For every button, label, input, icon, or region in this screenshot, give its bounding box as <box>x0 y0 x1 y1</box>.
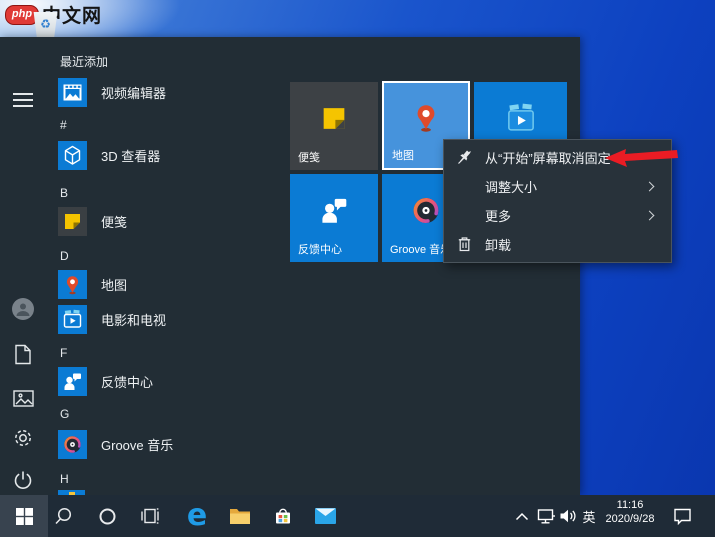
cortana-icon <box>98 507 117 526</box>
mail-button[interactable] <box>305 495 345 537</box>
task-view-icon <box>140 507 160 525</box>
app-list-section-B[interactable]: B <box>60 185 68 201</box>
menu-item-label: 调整大小 <box>485 177 646 196</box>
windows-logo-icon <box>16 508 33 525</box>
app-list-item-label: Groove 音乐 <box>101 435 173 454</box>
app-list-item-movies-tv[interactable]: 电影和电视 <box>58 304 166 334</box>
action-center-button[interactable] <box>668 495 696 537</box>
3d-viewer-icon <box>58 141 87 170</box>
feedback-hub-icon <box>313 189 355 236</box>
app-list-item-groove-music[interactable]: Groove 音乐 <box>58 429 173 459</box>
cortana-button[interactable] <box>87 495 127 537</box>
start-button[interactable] <box>0 495 48 537</box>
uninstall-icon <box>456 236 473 253</box>
app-list-item-label: 反馈中心 <box>101 372 153 391</box>
movies-tv-icon <box>58 305 87 334</box>
groove-music-icon <box>404 188 448 237</box>
user-avatar <box>11 297 35 321</box>
app-list-item-label: 电影和电视 <box>101 310 166 329</box>
file-explorer-icon <box>229 507 251 525</box>
clock-time: 11:16 <box>600 498 660 512</box>
user-account-button[interactable] <box>10 296 36 322</box>
menu-item-uninstall[interactable]: 卸载 <box>444 230 671 259</box>
tile-label: Groove 音乐 <box>390 241 451 257</box>
app-list-item-maps[interactable]: 地图 <box>58 269 127 299</box>
power-button[interactable] <box>10 467 36 493</box>
action-center-icon <box>673 507 692 525</box>
tile-label: 地图 <box>392 147 414 163</box>
app-list-section-F[interactable]: F <box>60 345 67 361</box>
app-list-item-label: 3D 查看器 <box>101 146 160 165</box>
app-list-section-H[interactable]: H <box>60 471 69 487</box>
taskbar: e 英 11:16 2020/9/28 <box>0 495 715 537</box>
volume-button[interactable] <box>556 495 580 537</box>
edge-button[interactable]: e <box>177 495 217 537</box>
submenu-chevron-icon <box>645 211 655 221</box>
network-icon <box>537 508 556 525</box>
show-hidden-icons-button[interactable] <box>508 495 536 537</box>
menu-item-label: 更多 <box>485 206 646 225</box>
submenu-chevron-icon <box>645 182 655 192</box>
php-logo-badge: php <box>5 5 39 25</box>
file-explorer-button[interactable] <box>220 495 260 537</box>
documents-icon <box>14 344 32 365</box>
groove-music-icon <box>58 430 87 459</box>
app-list-item-sticky-notes[interactable]: 便笺 <box>58 206 127 236</box>
volume-icon <box>559 508 578 524</box>
documents-button[interactable] <box>10 341 36 367</box>
app-list-section-D[interactable]: D <box>60 248 69 264</box>
app-list-section-hash[interactable]: # <box>60 117 67 133</box>
tile-label: 反馈中心 <box>298 241 342 257</box>
expand-menu-button[interactable] <box>10 87 36 113</box>
app-list-item-label: 地图 <box>101 275 127 294</box>
hamburger-icon <box>13 93 33 107</box>
start-menu-panel: 最近添加 视频编辑器 # 3D 查看器 B 便笺 D 地图 <box>0 37 580 495</box>
task-view-button[interactable] <box>130 495 170 537</box>
taskbar-clock[interactable]: 11:16 2020/9/28 <box>600 498 660 526</box>
video-editor-icon <box>58 78 87 107</box>
pictures-button[interactable] <box>10 385 36 411</box>
sticky-notes-icon <box>58 207 87 236</box>
store-button[interactable] <box>263 495 303 537</box>
ime-language-label: 英 <box>582 507 595 526</box>
settings-button[interactable] <box>10 425 36 451</box>
tile-label: 便笺 <box>298 149 320 165</box>
sticky-notes-icon <box>314 98 354 143</box>
search-button[interactable] <box>43 495 83 537</box>
app-list-section-recent[interactable]: 最近添加 <box>60 54 108 70</box>
app-list-item-video-editor[interactable]: 视频编辑器 <box>58 77 166 107</box>
menu-item-resize[interactable]: 调整大小 <box>444 172 671 201</box>
app-list-item-label: 便笺 <box>101 212 127 231</box>
ime-indicator[interactable]: 英 <box>578 495 600 537</box>
menu-item-more[interactable]: 更多 <box>444 201 671 230</box>
recycle-bin-icon[interactable]: ♻ <box>32 12 59 38</box>
mail-icon <box>315 508 336 524</box>
tile-feedback-hub[interactable]: 反馈中心 <box>290 174 378 262</box>
tile-sticky-notes[interactable]: 便笺 <box>290 82 378 170</box>
app-list-item-feedback-hub[interactable]: 反馈中心 <box>58 366 153 396</box>
red-arrow-annotation <box>596 142 688 172</box>
menu-item-label: 卸载 <box>485 235 661 254</box>
app-list-item-3d-viewer[interactable]: 3D 查看器 <box>58 140 160 170</box>
clock-date: 2020/9/28 <box>600 512 660 526</box>
hidden-icons-chevron <box>515 512 529 521</box>
feedback-hub-icon <box>58 367 87 396</box>
network-status-button[interactable] <box>534 495 558 537</box>
desktop: php 中文网 ♻ <box>0 0 715 537</box>
app-list-section-G[interactable]: G <box>60 406 69 422</box>
search-icon <box>53 506 73 526</box>
unpin-icon <box>456 149 473 166</box>
store-icon <box>273 506 293 526</box>
maps-icon <box>405 97 447 144</box>
maps-icon <box>58 270 87 299</box>
power-icon <box>13 470 33 490</box>
movies-tv-icon <box>499 96 543 145</box>
settings-gear-icon <box>12 427 34 449</box>
pictures-icon <box>13 390 34 407</box>
edge-icon: e <box>187 501 207 531</box>
app-list-item-label: 视频编辑器 <box>101 83 166 102</box>
